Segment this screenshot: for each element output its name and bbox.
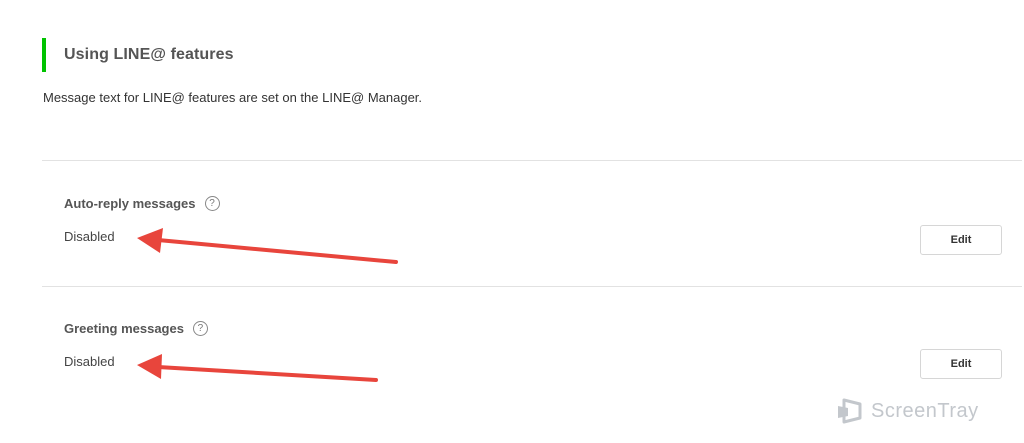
greeting-label: Greeting messages bbox=[64, 321, 184, 336]
setting-row-auto-reply: Auto-reply messages ? Disabled Edit bbox=[64, 196, 1002, 255]
divider bbox=[42, 160, 1022, 161]
auto-reply-label: Auto-reply messages bbox=[64, 196, 196, 211]
greeting-status: Disabled bbox=[64, 354, 115, 369]
screentray-watermark: ScreenTray bbox=[836, 398, 979, 424]
screentray-logo-icon bbox=[838, 398, 862, 424]
section-title: Using LINE@ features bbox=[64, 46, 234, 63]
section-header: Using LINE@ features bbox=[42, 38, 234, 72]
help-icon[interactable]: ? bbox=[204, 196, 220, 211]
help-icon[interactable]: ? bbox=[192, 321, 208, 336]
section-description: Message text for LINE@ features are set … bbox=[43, 90, 423, 105]
watermark-text: ScreenTray bbox=[871, 399, 979, 422]
auto-reply-edit-button[interactable]: Edit bbox=[920, 225, 1002, 255]
setting-label-group: Greeting messages ? bbox=[64, 321, 1002, 336]
section-accent-bar bbox=[42, 38, 46, 72]
setting-row-greeting: Greeting messages ? Disabled Edit bbox=[64, 321, 1002, 379]
greeting-edit-button[interactable]: Edit bbox=[920, 349, 1002, 379]
setting-label-group: Auto-reply messages ? bbox=[64, 196, 1002, 211]
auto-reply-status: Disabled bbox=[64, 229, 115, 244]
divider bbox=[42, 286, 1022, 287]
